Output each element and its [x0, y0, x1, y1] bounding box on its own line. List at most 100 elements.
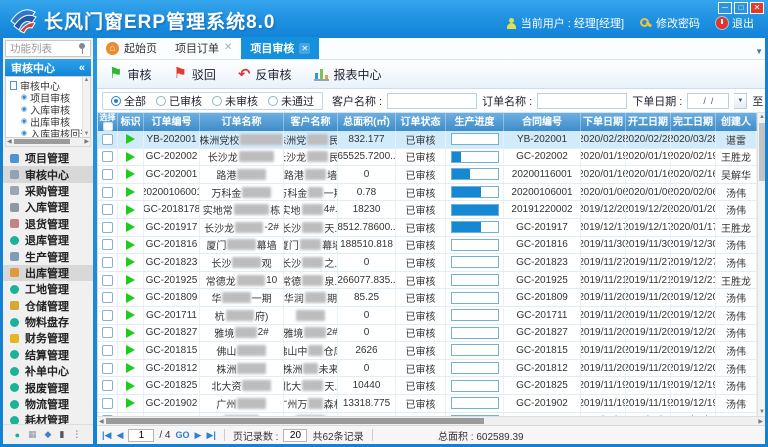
- sidebar-item-项目管理[interactable]: 项目管理: [3, 150, 93, 166]
- sidebar-panel-header[interactable]: 审核中心 «: [5, 59, 91, 76]
- scrollbar-thumb[interactable]: [14, 139, 70, 144]
- column-header-production-progress[interactable]: 生产进度: [446, 113, 504, 131]
- select-all-checkbox[interactable]: [103, 122, 113, 131]
- tab-close-icon[interactable]: ✕: [224, 43, 232, 53]
- tab-项目审核[interactable]: 项目审核✕: [241, 37, 319, 59]
- table-row[interactable]: GC-201809华▒▒▒▒一期华润▒▒▒期85.25已审核GC-2018092…: [98, 289, 757, 307]
- table-row[interactable]: 20200106001万科金▒▒▒▒万科金▒▒一期0.78已审核20200106…: [98, 184, 757, 202]
- table-row[interactable]: GC-201812株洲▒▒▒▒株洲▒▒未来0已审核GC-2018122019/1…: [98, 360, 757, 378]
- row-checkbox[interactable]: [102, 398, 113, 409]
- cart-icon[interactable]: ▦: [28, 429, 37, 440]
- row-checkbox[interactable]: [102, 239, 113, 250]
- sidebar-item-退库管理[interactable]: 退库管理: [3, 232, 93, 248]
- row-checkbox[interactable]: [102, 222, 113, 233]
- column-header-select[interactable]: 选择: [98, 113, 118, 131]
- function-list-box[interactable]: 功能列表: [5, 40, 91, 57]
- column-header-start-date[interactable]: 开工日期: [626, 113, 671, 131]
- tab-close-icon[interactable]: ✕: [299, 43, 310, 54]
- toolbar-button-审核[interactable]: ⚑审核: [103, 63, 161, 86]
- table-row[interactable]: GC-201711杭▒▒▒▒府)▒▒▒▒0已审核GC-2017112019/11…: [98, 307, 757, 325]
- sidebar-item-物料盘存[interactable]: 物料盘存: [3, 314, 93, 330]
- sidebar-item-结算管理[interactable]: 结算管理: [3, 347, 93, 363]
- column-header-order-status[interactable]: 订单状态: [396, 113, 446, 131]
- circle-icon[interactable]: ●: [15, 430, 20, 440]
- vertical-scrollbar[interactable]: ▲▼: [757, 113, 765, 416]
- change-password-link[interactable]: 修改密码: [640, 15, 700, 31]
- sidebar-item-补单中心[interactable]: 补单中心: [3, 363, 93, 379]
- sidebar-item-采购管理[interactable]: 采购管理: [3, 183, 93, 199]
- order-date-dropdown-icon[interactable]: ▼: [734, 93, 747, 109]
- column-header-order-no[interactable]: 订单编号: [144, 113, 200, 131]
- sidebar-item-报废管理[interactable]: 报废管理: [3, 379, 93, 395]
- table-row[interactable]: GC-201816厦门▒▒▒▒幕墙厦门▒▒▒幕墙188510.818已审核GC-…: [98, 237, 757, 255]
- toolbar-button-反审核[interactable]: ↶反审核: [232, 63, 302, 86]
- row-checkbox[interactable]: [102, 292, 113, 303]
- sidebar-item-物流管理[interactable]: 物流管理: [3, 396, 93, 412]
- close-button[interactable]: ✕: [750, 2, 764, 14]
- table-row[interactable]: YB-202001株洲党校▒▒▒▒▒▒株洲党▒▒▒民..832.177已审核YB…: [98, 131, 757, 149]
- table-row[interactable]: GC-202001路港▒▒▒▒路港▒▒▒墙0已审核202001160012020…: [98, 166, 757, 184]
- order-name-input[interactable]: [537, 93, 627, 109]
- sidebar-item-工地管理[interactable]: 工地管理: [3, 281, 93, 297]
- table-row[interactable]: GC-202002长沙龙▒▒▒▒▒长沙龙▒▒▒民..65525.7200..已审…: [98, 149, 757, 167]
- row-checkbox[interactable]: [102, 204, 113, 215]
- column-header-flag[interactable]: 标识: [118, 113, 144, 131]
- row-checkbox[interactable]: [102, 327, 113, 338]
- column-header-order-name[interactable]: 订单名称: [200, 113, 284, 131]
- prev-page-button[interactable]: ◀: [116, 430, 123, 441]
- table-row[interactable]: GC-201815佛山▒▒▒▒佛山中▒▒仓库2626已审核GC-20181520…: [98, 342, 757, 360]
- sidebar-item-审核中心[interactable]: 审核中心: [3, 166, 93, 182]
- row-checkbox[interactable]: [102, 134, 113, 145]
- column-header-order-date[interactable]: 下单日期: [581, 113, 626, 131]
- next-page-button[interactable]: ▶: [195, 430, 202, 441]
- first-page-button[interactable]: |◀: [102, 430, 111, 441]
- table-row[interactable]: GC-2018178实地常▒▒▒▒▒栋实地▒▒▒4#..18230已审核2019…: [98, 201, 757, 219]
- radio-未审核[interactable]: 未审核: [212, 93, 258, 109]
- more-icon[interactable]: ⋮: [72, 429, 81, 440]
- row-checkbox[interactable]: [102, 363, 113, 374]
- minimize-button[interactable]: ─: [718, 2, 732, 14]
- tree-vertical-scrollbar[interactable]: ▲▼: [82, 77, 90, 137]
- row-checkbox[interactable]: [102, 187, 113, 198]
- row-checkbox[interactable]: [102, 380, 113, 391]
- pin-icon[interactable]: [78, 43, 86, 54]
- horizontal-scrollbar[interactable]: ◀▶: [97, 416, 765, 425]
- table-row[interactable]: GC-201827雅境▒▒▒2#雅境▒▒▒2#0已审核GC-2018272019…: [98, 325, 757, 343]
- tab-overflow-icon[interactable]: ▼: [755, 47, 763, 56]
- column-header-creator[interactable]: 创建人: [716, 113, 757, 131]
- diamond-icon[interactable]: ◆: [45, 429, 52, 440]
- maximize-button[interactable]: □: [734, 2, 748, 14]
- radio-全部[interactable]: 全部: [111, 93, 146, 109]
- tab-起始页[interactable]: ⌂起始页: [97, 37, 166, 59]
- sidebar-item-出库管理[interactable]: 出库管理: [3, 265, 93, 281]
- sidebar-item-入库管理[interactable]: 入库管理: [3, 199, 93, 215]
- customer-name-input[interactable]: [387, 93, 477, 109]
- logout-link[interactable]: 退出: [716, 15, 754, 31]
- last-page-button[interactable]: ▶|: [206, 430, 215, 441]
- toolbar-button-报表中心[interactable]: 报表中心: [308, 63, 392, 86]
- column-header-total-area[interactable]: 总面积(㎡): [338, 113, 396, 131]
- row-checkbox[interactable]: [102, 257, 113, 268]
- column-header-finish-date[interactable]: 完工日期: [671, 113, 716, 131]
- row-checkbox[interactable]: [102, 345, 113, 356]
- page-number-input[interactable]: [128, 429, 154, 442]
- table-row[interactable]: GC-201823长沙▒▒▒▒观长沙▒▒▒之..0已审核GC-201823201…: [98, 254, 757, 272]
- table-row[interactable]: GC-201917长沙龙▒▒▒▒-2#长沙▒▒▒天..8512.78600..已…: [98, 219, 757, 237]
- go-button[interactable]: GO: [176, 430, 190, 440]
- sidebar-item-生产管理[interactable]: 生产管理: [3, 248, 93, 264]
- tab-项目订单[interactable]: 项目订单✕: [166, 37, 241, 59]
- toolbar-button-驳回[interactable]: ⚑驳回: [167, 63, 225, 86]
- tree-item-4[interactable]: ◉入库审核回退: [10, 127, 81, 138]
- radio-未通过[interactable]: 未通过: [268, 93, 314, 109]
- row-checkbox[interactable]: [102, 310, 113, 321]
- collapse-icon[interactable]: «: [79, 62, 85, 74]
- person-icon[interactable]: ▮: [59, 429, 64, 440]
- order-date-input[interactable]: [687, 93, 729, 109]
- sidebar-item-耗材管理[interactable]: 耗材管理: [3, 412, 93, 424]
- column-header-customer-name[interactable]: 客户名称: [284, 113, 338, 131]
- table-row[interactable]: GC-201925常德龙▒▒▒▒ 10常德▒▒▒泉..266077.835..已…: [98, 272, 757, 290]
- scrollbar-thumb[interactable]: [106, 418, 484, 424]
- sidebar-item-财务管理[interactable]: 财务管理: [3, 330, 93, 346]
- sidebar-item-退货管理[interactable]: 退货管理: [3, 216, 93, 232]
- radio-已审核[interactable]: 已审核: [156, 93, 202, 109]
